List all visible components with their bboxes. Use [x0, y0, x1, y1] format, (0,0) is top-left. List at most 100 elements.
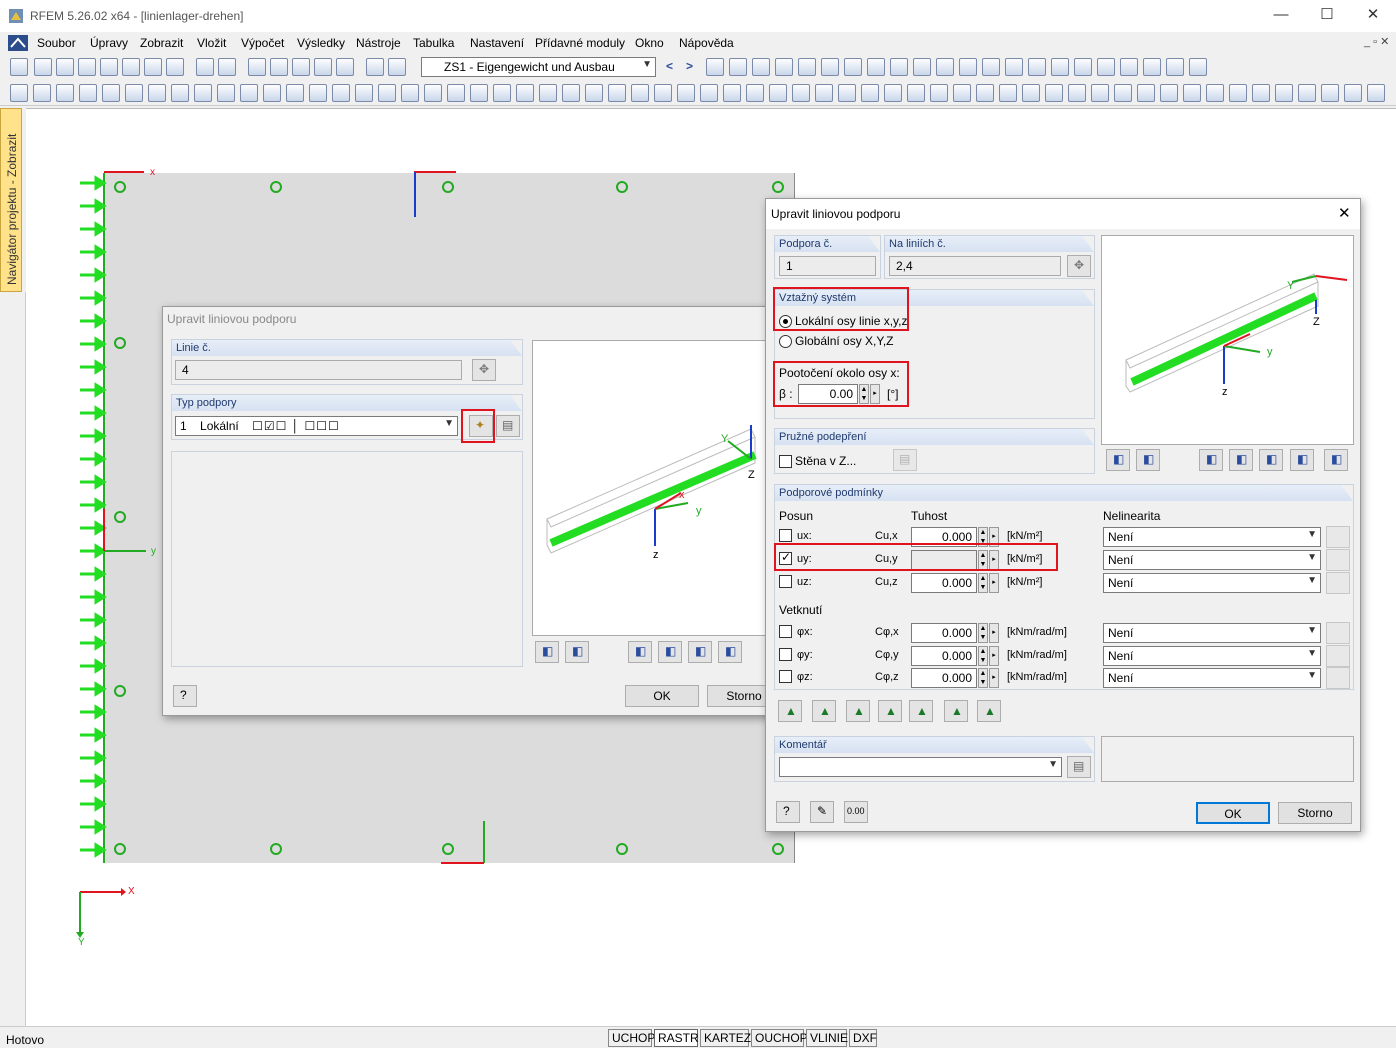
toolbar-tool-icon[interactable]: [100, 58, 118, 76]
toolbar-tool-icon[interactable]: [930, 84, 948, 102]
minimize-button[interactable]: —: [1258, 0, 1304, 32]
toolbar-tool-icon[interactable]: [1229, 84, 1247, 102]
translation-nonlinearity-select[interactable]: Není ▼: [1103, 527, 1321, 547]
project-navigator-tab[interactable]: Navigátor projektu - Zobrazit: [0, 108, 22, 292]
toolbar-tool-icon[interactable]: [769, 84, 787, 102]
toolbar-tool-icon[interactable]: [867, 58, 885, 76]
toolbar-tool-icon[interactable]: [10, 84, 28, 102]
beta-menu-button[interactable]: ▸: [870, 384, 880, 404]
pick-line-button[interactable]: ✥: [472, 359, 496, 381]
toolbar-tool-icon[interactable]: [470, 84, 488, 102]
translation-spinner[interactable]: ▲ ▼: [978, 550, 988, 570]
toolbar-tool-icon[interactable]: [1367, 84, 1385, 102]
translation-nonlinearity-select[interactable]: Není ▼: [1103, 550, 1321, 570]
toolbar-tool-icon[interactable]: [861, 84, 879, 102]
toolbar-tool-icon[interactable]: [1189, 58, 1207, 76]
toolbar-tool-icon[interactable]: [1022, 84, 1040, 102]
help-button[interactable]: ?: [173, 685, 197, 707]
edit-support-type-button[interactable]: ▤: [496, 415, 520, 437]
toolbar-tool-icon[interactable]: [401, 84, 419, 102]
toolbar-tool-icon[interactable]: [1298, 84, 1316, 102]
toolbar-tool-icon[interactable]: [953, 84, 971, 102]
menu-napoveda[interactable]: Nápověda: [679, 36, 734, 50]
comment-library-button[interactable]: ▤: [1067, 756, 1091, 778]
toolbar-tool-icon[interactable]: [1051, 58, 1069, 76]
translation-checkbox[interactable]: [779, 575, 792, 588]
toolbar-tool-icon[interactable]: [976, 84, 994, 102]
ref-local-radio[interactable]: [779, 315, 792, 328]
status-ouchop-button[interactable]: OUCHOP: [751, 1029, 808, 1047]
cancel-button[interactable]: Storno: [1278, 802, 1352, 824]
nonlinearity-settings-button[interactable]: [1326, 622, 1350, 644]
wall-checkbox[interactable]: [779, 455, 792, 468]
toolbar-tool-icon[interactable]: [631, 84, 649, 102]
toolbar-tool-icon[interactable]: [78, 58, 96, 76]
status-rastr-button[interactable]: RASTR: [654, 1029, 699, 1047]
toolbar-tool-icon[interactable]: [838, 84, 856, 102]
rotation-nonlinearity-select[interactable]: Není ▼: [1103, 645, 1321, 666]
ok-button[interactable]: OK: [1196, 802, 1270, 824]
menu-vysledky[interactable]: Výsledky: [297, 36, 345, 50]
toolbar-tool-icon[interactable]: [1068, 84, 1086, 102]
toolbar-tool-icon[interactable]: [240, 84, 258, 102]
toolbar-tool-icon[interactable]: [1114, 84, 1132, 102]
view-along-y-button[interactable]: ◧: [1229, 449, 1253, 471]
zoom-button[interactable]: ◧: [1324, 449, 1348, 471]
toolbar-tool-icon[interactable]: [884, 84, 902, 102]
toolbar-tool-icon[interactable]: [907, 84, 925, 102]
toolbar-tool-icon[interactable]: [122, 58, 140, 76]
view-xz-button[interactable]: ◧: [1106, 449, 1130, 471]
nonlinearity-settings-button[interactable]: [1326, 644, 1350, 667]
toolbar-tool-icon[interactable]: [1120, 58, 1138, 76]
toolbar-tool-icon[interactable]: [1275, 84, 1293, 102]
toolbar-tool-icon[interactable]: [1183, 84, 1201, 102]
toolbar-tool-icon[interactable]: [1321, 84, 1339, 102]
loadcase-select[interactable]: ZS1 - Eigengewicht und Ausbau ▼: [421, 57, 656, 77]
pick-lines-button[interactable]: ✥: [1067, 255, 1091, 277]
edit-notes-button[interactable]: ✎: [810, 801, 834, 823]
toolbar-tool-icon[interactable]: [34, 58, 52, 76]
toolbar-tool-icon[interactable]: [1143, 58, 1161, 76]
translation-nonlinearity-select[interactable]: Není ▼: [1103, 573, 1321, 593]
toolbar-tool-icon[interactable]: [171, 84, 189, 102]
toolbar-tool-icon[interactable]: [1160, 84, 1178, 102]
toolbar-tool-icon[interactable]: [729, 58, 747, 76]
toolbar-tool-icon[interactable]: [706, 58, 724, 76]
menu-vlozit[interactable]: Vložit: [197, 36, 226, 50]
toolbar-tool-icon[interactable]: [79, 84, 97, 102]
toolbar-tool-icon[interactable]: [608, 84, 626, 102]
rotation-spinner[interactable]: ▲ ▼: [978, 645, 988, 666]
status-vlinie-button[interactable]: VLINIE: [806, 1029, 848, 1047]
mdi-controls[interactable]: _ ▫ ✕: [1364, 35, 1389, 48]
menu-zobrazit[interactable]: Zobrazit: [140, 36, 183, 50]
toolbar-tool-icon[interactable]: [775, 58, 793, 76]
translation-stiffness-input[interactable]: 0.000: [911, 573, 977, 593]
translation-checkbox[interactable]: ✓: [779, 550, 792, 565]
toolbar-tool-icon[interactable]: [263, 84, 281, 102]
comment-input[interactable]: ▼: [779, 757, 1062, 777]
toolbar-tool-icon[interactable]: [746, 84, 764, 102]
translation-checkbox[interactable]: [779, 529, 792, 542]
toolbar-tool-icon[interactable]: [539, 84, 557, 102]
new-support-type-button[interactable]: ✦: [469, 415, 493, 437]
rotation-nonlinearity-select[interactable]: Není ▼: [1103, 623, 1321, 643]
rotation-spinner[interactable]: ▲ ▼: [978, 668, 988, 688]
toolbar-tool-icon[interactable]: [309, 84, 327, 102]
rotation-nonlinearity-select[interactable]: Není ▼: [1103, 668, 1321, 688]
toolbar-tool-icon[interactable]: [314, 58, 332, 76]
rotation-checkbox[interactable]: [779, 625, 792, 638]
toolbar-tool-icon[interactable]: [890, 58, 908, 76]
toolbar-tool-icon[interactable]: [821, 58, 839, 76]
nonlinearity-settings-button[interactable]: [1326, 549, 1350, 571]
toolbar-tool-icon[interactable]: [493, 84, 511, 102]
toolbar-tool-icon[interactable]: [798, 58, 816, 76]
toolbar-tool-icon[interactable]: [102, 84, 120, 102]
toolbar-tool-icon[interactable]: [336, 58, 354, 76]
maximize-button[interactable]: ☐: [1304, 0, 1350, 32]
back-view-along-x-button[interactable]: ◧: [628, 641, 652, 663]
toolbar-tool-icon[interactable]: [270, 58, 288, 76]
translation-stiffness-input[interactable]: 0.000: [911, 527, 977, 547]
rotation-stiffness-input[interactable]: 0.000: [911, 623, 977, 643]
toolbar-tool-icon[interactable]: [982, 58, 1000, 76]
back-view-along-y-button[interactable]: ◧: [658, 641, 682, 663]
